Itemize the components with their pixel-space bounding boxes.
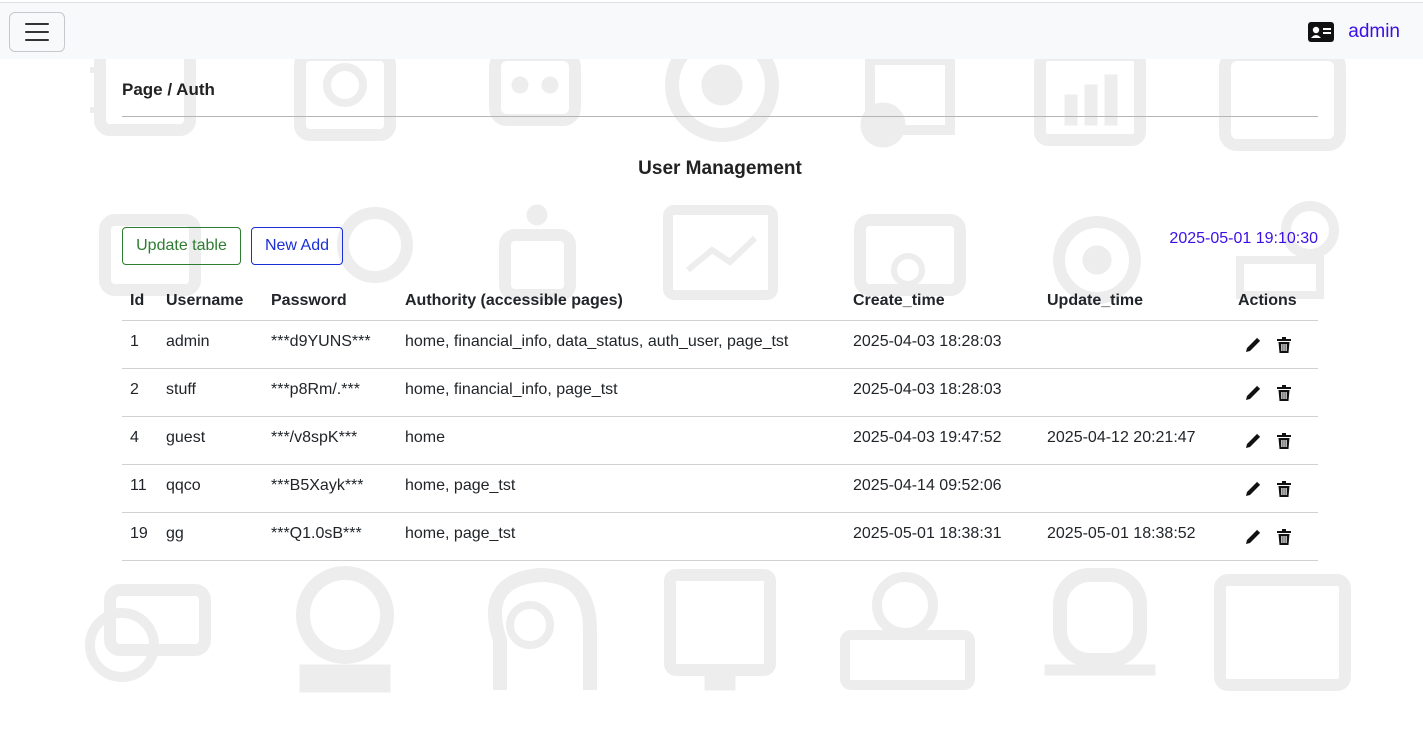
cell-username: qqco	[158, 464, 263, 513]
support-agent-icon	[296, 566, 394, 693]
main-content: Page / Auth User Management Update table…	[122, 59, 1318, 561]
cell-create-time: 2025-05-01 18:38:31	[845, 512, 1039, 561]
cell-actions	[1230, 512, 1318, 561]
top-navbar: admin	[0, 2, 1423, 59]
cell-create-time: 2025-04-14 09:52:06	[845, 464, 1039, 513]
cell-update-time	[1039, 464, 1230, 513]
edit-button[interactable]	[1243, 383, 1263, 403]
cell-password: ***Q1.0sB***	[263, 512, 397, 561]
cell-username: guest	[158, 416, 263, 465]
monitor-chart-icon	[664, 569, 776, 691]
cell-actions	[1230, 320, 1318, 369]
head-circuit-icon	[488, 567, 597, 690]
pencil-icon	[1246, 481, 1261, 496]
table-row: 4 guest ***/v8spK*** home 2025-04-03 19:…	[122, 416, 1318, 465]
edit-button[interactable]	[1243, 479, 1263, 499]
header-actions: Actions	[1230, 282, 1318, 321]
cell-password: ***p8Rm/.***	[263, 368, 397, 417]
edit-button[interactable]	[1243, 431, 1263, 451]
pencil-icon	[1246, 385, 1261, 400]
delete-button[interactable]	[1274, 431, 1294, 451]
cell-authority: home, page_tst	[397, 512, 845, 561]
pencil-icon	[1246, 433, 1261, 448]
cell-authority: home, financial_info, data_status, auth_…	[397, 320, 845, 369]
cell-username: gg	[158, 512, 263, 561]
cell-authority: home	[397, 416, 845, 465]
table-row: 19 gg ***Q1.0sB*** home, page_tst 2025-0…	[122, 512, 1318, 561]
cell-update-time: 2025-05-01 18:38:52	[1039, 512, 1230, 561]
cell-actions	[1230, 416, 1318, 465]
delete-button[interactable]	[1274, 335, 1294, 355]
trash-icon	[1277, 480, 1291, 497]
ai-robot-icon	[85, 584, 211, 682]
dashboard-screen-icon	[1214, 574, 1351, 691]
cell-update-time	[1039, 320, 1230, 369]
cell-username: stuff	[158, 368, 263, 417]
cell-id: 11	[122, 464, 158, 513]
user-menu[interactable]: admin	[1308, 21, 1400, 43]
cell-update-time	[1039, 368, 1230, 417]
edit-button[interactable]	[1243, 335, 1263, 355]
current-timestamp: 2025-05-01 19:10:30	[1169, 230, 1318, 247]
header-authority: Authority (accessible pages)	[397, 282, 845, 321]
cell-id: 19	[122, 512, 158, 561]
update-table-button[interactable]: Update table	[122, 227, 241, 265]
trash-icon	[1277, 528, 1291, 545]
user-name-link[interactable]: admin	[1348, 21, 1400, 43]
header-id: Id	[122, 282, 158, 321]
delete-button[interactable]	[1274, 479, 1294, 499]
delete-button[interactable]	[1274, 383, 1294, 403]
cell-id: 2	[122, 368, 158, 417]
cell-authority: home, page_tst	[397, 464, 845, 513]
user-table: Id Username Password Authority (accessib…	[122, 282, 1318, 561]
cell-id: 4	[122, 416, 158, 465]
delete-button[interactable]	[1274, 527, 1294, 547]
toolbar: Update table New Add 2025-05-01 19:10:30	[122, 227, 1318, 265]
cell-actions	[1230, 464, 1318, 513]
menu-toggle-button[interactable]	[9, 12, 65, 52]
cell-id: 1	[122, 320, 158, 369]
header-username: Username	[158, 282, 263, 321]
header-create-time: Create_time	[845, 282, 1039, 321]
new-add-button[interactable]: New Add	[251, 227, 343, 265]
cell-password: ***d9YUNS***	[263, 320, 397, 369]
cell-password: ***/v8spK***	[263, 416, 397, 465]
cell-create-time: 2025-04-03 18:28:03	[845, 320, 1039, 369]
pencil-icon	[1246, 337, 1261, 352]
cell-create-time: 2025-04-03 19:47:52	[845, 416, 1039, 465]
header-update-time: Update_time	[1039, 282, 1230, 321]
table-row: 11 qqco ***B5Xayk*** home, page_tst 2025…	[122, 464, 1318, 513]
cell-actions	[1230, 368, 1318, 417]
cell-update-time: 2025-04-12 20:21:47	[1039, 416, 1230, 465]
cell-authority: home, financial_info, page_tst	[397, 368, 845, 417]
cell-username: admin	[158, 320, 263, 369]
table-row: 2 stuff ***p8Rm/.*** home, financial_inf…	[122, 368, 1318, 417]
hamburger-icon	[25, 23, 49, 25]
trash-icon	[1277, 432, 1291, 449]
trash-icon	[1277, 384, 1291, 401]
page-title: User Management	[638, 158, 802, 179]
cell-password: ***B5Xayk***	[263, 464, 397, 513]
id-card-icon	[1308, 22, 1335, 42]
table-header-row: Id Username Password Authority (accessib…	[122, 282, 1318, 321]
robot-face-2-icon	[1044, 568, 1156, 676]
breadcrumb: Page / Auth	[122, 59, 1318, 117]
pop-robot-icon	[840, 572, 975, 690]
header-password: Password	[263, 282, 397, 321]
trash-icon	[1277, 336, 1291, 353]
edit-button[interactable]	[1243, 527, 1263, 547]
table-row: 1 admin ***d9YUNS*** home, financial_inf…	[122, 320, 1318, 369]
pencil-icon	[1246, 529, 1261, 544]
cell-create-time: 2025-04-03 18:28:03	[845, 368, 1039, 417]
